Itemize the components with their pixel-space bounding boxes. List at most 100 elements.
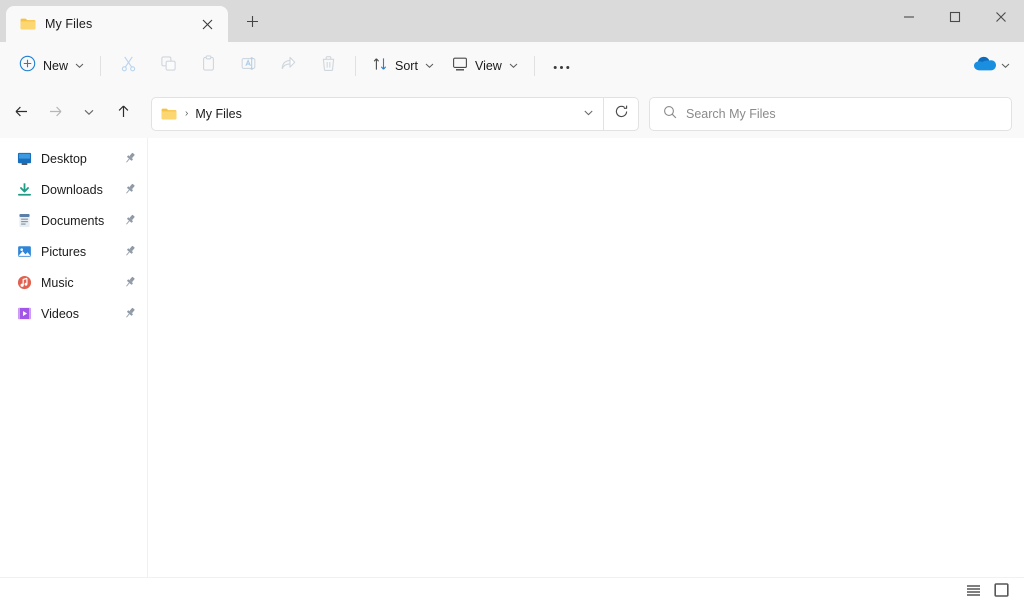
address-bar[interactable]: › My Files [151, 97, 639, 131]
tab-label: My Files [45, 17, 185, 31]
sort-arrows-icon [372, 56, 388, 77]
toolbar-divider [100, 56, 101, 76]
recent-locations-button[interactable] [72, 98, 106, 130]
sidebar-item-label: Desktop [41, 152, 114, 166]
toolbar-divider-2 [355, 56, 356, 76]
address-dropdown-button[interactable] [573, 98, 603, 130]
rename-button[interactable] [228, 50, 268, 82]
sidebar-item-pictures[interactable]: Pictures [4, 236, 143, 267]
search-input[interactable] [686, 107, 1001, 121]
arrow-right-icon [47, 103, 64, 125]
back-button[interactable] [4, 98, 38, 130]
file-list-area[interactable] [148, 138, 1024, 577]
sidebar-item-downloads[interactable]: Downloads [4, 174, 143, 205]
search-box[interactable] [649, 97, 1012, 131]
pin-icon[interactable] [123, 275, 139, 291]
chevron-down-icon [83, 105, 95, 123]
close-button[interactable] [978, 0, 1024, 34]
sidebar-item-music[interactable]: Music [4, 267, 143, 298]
pin-icon[interactable] [123, 151, 139, 167]
folder-icon [20, 17, 36, 31]
arrow-up-icon [115, 103, 132, 125]
large-icons-view-icon [994, 583, 1009, 602]
trash-icon [320, 55, 337, 77]
pictures-icon [16, 244, 32, 260]
up-button[interactable] [106, 98, 140, 130]
status-bar [0, 577, 1024, 607]
tab-my-files[interactable]: My Files [6, 6, 228, 42]
new-tab-button[interactable] [235, 7, 269, 41]
refresh-icon [614, 104, 629, 124]
share-button[interactable] [268, 50, 308, 82]
minimize-button[interactable] [886, 0, 932, 34]
explorer-body: Desktop [0, 138, 1024, 577]
paste-button[interactable] [188, 50, 228, 82]
arrow-left-icon [13, 103, 30, 125]
chevron-down-icon [509, 57, 518, 75]
pin-icon[interactable] [123, 306, 139, 322]
breadcrumb-segment[interactable]: My Files [195, 107, 242, 121]
search-icon [663, 105, 677, 124]
chevron-down-icon [583, 105, 594, 123]
tab-strip: My Files [0, 0, 269, 42]
sidebar-item-label: Downloads [41, 183, 114, 197]
monitor-icon [452, 56, 468, 77]
cut-button[interactable] [108, 50, 148, 82]
details-view-button[interactable] [962, 582, 984, 604]
chevron-down-icon [1001, 57, 1010, 75]
sort-button-label: Sort [395, 59, 418, 73]
pin-icon[interactable] [123, 182, 139, 198]
sidebar-item-videos[interactable]: Videos [4, 298, 143, 329]
downloads-icon [16, 182, 32, 198]
chevron-down-icon [75, 57, 84, 75]
onedrive-cloud-icon [972, 55, 998, 78]
toolbar-divider-3 [534, 56, 535, 76]
pin-icon[interactable] [123, 244, 139, 260]
maximize-button[interactable] [932, 0, 978, 34]
sidebar-item-label: Music [41, 276, 114, 290]
music-icon [16, 275, 32, 291]
file-explorer-window: My Files [0, 0, 1024, 607]
videos-icon [16, 306, 32, 322]
more-options-button[interactable] [542, 50, 582, 82]
view-mode-toggles [962, 582, 1012, 604]
navigation-pane: Desktop [0, 138, 148, 577]
sidebar-item-label: Pictures [41, 245, 114, 259]
view-button[interactable]: View [443, 50, 527, 82]
sidebar-item-desktop[interactable]: Desktop [4, 143, 143, 174]
breadcrumb[interactable]: › My Files [152, 107, 573, 121]
circled-plus-icon [19, 55, 36, 77]
command-bar: New [0, 42, 1024, 90]
title-bar: My Files [0, 0, 1024, 42]
window-controls [886, 0, 1024, 34]
share-icon [280, 55, 297, 77]
new-button-label: New [43, 59, 68, 73]
refresh-button[interactable] [604, 98, 638, 130]
chevron-down-icon [425, 57, 434, 75]
forward-button[interactable] [38, 98, 72, 130]
close-icon[interactable] [194, 11, 220, 37]
plus-icon [246, 15, 259, 33]
sidebar-item-documents[interactable]: Documents [4, 205, 143, 236]
view-button-label: View [475, 59, 502, 73]
clipboard-icon [200, 55, 217, 77]
ellipsis-icon [553, 57, 570, 75]
breadcrumb-separator: › [177, 109, 195, 119]
sidebar-item-label: Videos [41, 307, 114, 321]
scissors-icon [120, 55, 137, 77]
navigation-bar: › My Files [0, 90, 1024, 138]
desktop-icon [16, 151, 32, 167]
pin-icon[interactable] [123, 213, 139, 229]
documents-icon [16, 213, 32, 229]
large-icons-view-button[interactable] [990, 582, 1012, 604]
copy-button[interactable] [148, 50, 188, 82]
copy-icon [160, 55, 177, 77]
new-button[interactable]: New [10, 50, 93, 82]
sidebar-item-label: Documents [41, 214, 114, 228]
details-view-icon [966, 584, 981, 602]
delete-button[interactable] [308, 50, 348, 82]
folder-icon [161, 107, 177, 121]
onedrive-status[interactable] [972, 42, 1010, 90]
rename-icon [240, 55, 257, 77]
sort-button[interactable]: Sort [363, 50, 443, 82]
